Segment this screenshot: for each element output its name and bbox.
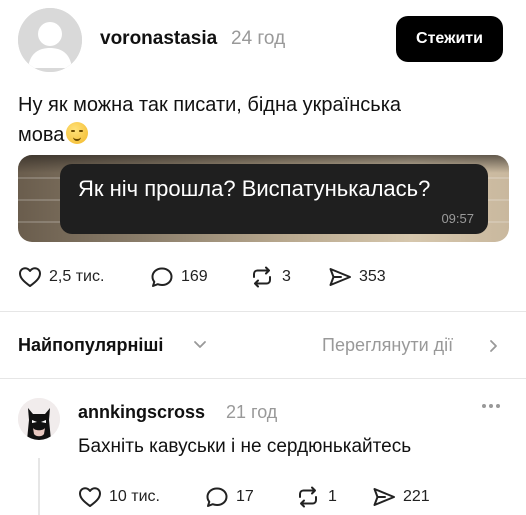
post-author-username[interactable]: voronastasia	[100, 28, 217, 50]
divider	[0, 378, 526, 379]
comment-repost-count: 1	[328, 488, 337, 505]
comment-author-username[interactable]: annkingscross	[78, 402, 205, 423]
comment-timestamp: 21 год	[226, 402, 278, 422]
comment-repost-button[interactable]: 1	[295, 486, 337, 508]
message-bubble: Як ніч прошла? Виспатунькалась? 09:57	[60, 164, 488, 234]
share-button[interactable]: 353	[328, 266, 386, 288]
post-text-line1: Ну як можна так писати, бідна українська	[18, 94, 402, 116]
like-count: 2,5 тис.	[49, 268, 105, 285]
follow-button[interactable]: Стежити	[396, 16, 503, 62]
share-count: 353	[359, 268, 386, 285]
comment-author-avatar[interactable]	[18, 398, 60, 440]
comment-button[interactable]: 169	[150, 266, 208, 288]
comment-count: 169	[181, 268, 208, 285]
comment-share-count: 221	[403, 488, 430, 505]
comment-share-button[interactable]: 221	[372, 486, 430, 508]
heart-icon	[79, 487, 101, 507]
post-text-line2: мова	[18, 124, 65, 146]
repost-count: 3	[282, 268, 291, 285]
post-text: Ну як можна так писати, бідна українська…	[18, 90, 488, 150]
comment-bubble-icon	[206, 487, 228, 507]
post-image[interactable]: Як ніч прошла? Виспатунькалась? 09:57	[18, 155, 509, 242]
repost-button[interactable]: 3	[249, 266, 291, 288]
chevron-right-icon[interactable]	[488, 338, 500, 354]
send-icon	[329, 268, 351, 286]
comment-text: Бахніть кавуськи і не сердюнькайтесь	[78, 436, 412, 457]
batman-mask-avatar-icon	[18, 398, 60, 440]
chevron-down-icon[interactable]	[192, 338, 208, 352]
repost-icon	[299, 486, 317, 508]
heart-icon	[19, 267, 41, 287]
comment-reply-button[interactable]: 17	[205, 486, 254, 508]
comment-bubble-icon	[151, 267, 173, 287]
thread-line	[38, 458, 40, 515]
post-author-avatar[interactable]	[18, 8, 82, 72]
comment-like-button[interactable]: 10 тис.	[78, 486, 160, 508]
divider	[0, 311, 526, 312]
view-activity-link[interactable]: Переглянути дії	[322, 335, 453, 356]
like-button[interactable]: 2,5 тис.	[18, 266, 104, 288]
sort-dropdown[interactable]: Найпопулярніші	[18, 335, 163, 356]
message-text: Як ніч прошла? Виспатунькалась?	[78, 176, 431, 201]
repost-icon	[253, 266, 271, 288]
message-time: 09:57	[441, 211, 474, 226]
default-avatar-icon	[18, 8, 82, 72]
comment-like-count: 10 тис.	[109, 488, 160, 505]
send-icon	[373, 488, 395, 506]
more-options-icon[interactable]	[482, 404, 500, 408]
smiling-face-with-tear-icon	[66, 122, 89, 144]
post-timestamp: 24 год	[231, 28, 286, 49]
comment-reply-count: 17	[236, 488, 254, 505]
